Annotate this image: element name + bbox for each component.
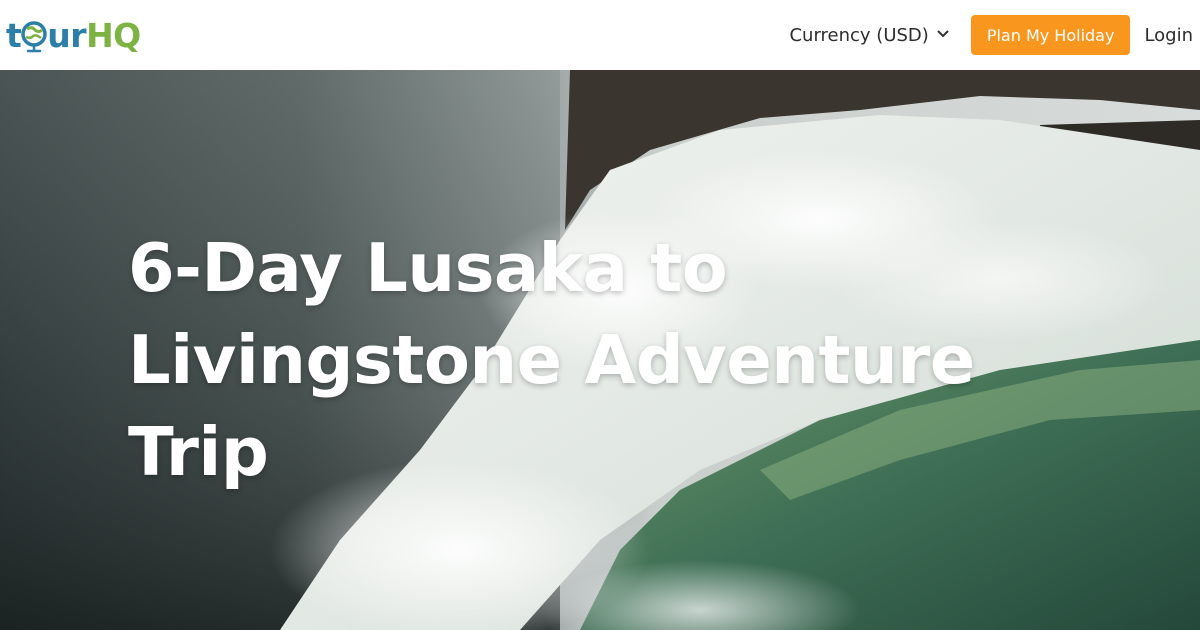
tourhq-logo[interactable]: t ur HQ: [6, 10, 141, 60]
main-nav: Currency (USD) Plan My Holiday Login: [789, 0, 1200, 70]
tour-title-line-2: Livingstone Adventure Trip: [128, 321, 975, 491]
logo-text-ur: ur: [47, 15, 87, 55]
tour-title: 6-Day Lusaka to Livingstone Adventure Tr…: [128, 222, 1128, 498]
login-link[interactable]: Login: [1144, 25, 1193, 46]
currency-dropdown[interactable]: Currency (USD): [789, 24, 949, 46]
plan-my-holiday-button[interactable]: Plan My Holiday: [970, 15, 1131, 55]
tour-title-line-1: 6-Day Lusaka to: [128, 229, 728, 307]
logo-text-t: t: [6, 15, 22, 55]
currency-label: Currency (USD): [789, 24, 929, 46]
logo-text-hq: HQ: [86, 15, 141, 55]
globe-icon: [20, 15, 48, 55]
hero-banner: 6-Day Lusaka to Livingstone Adventure Tr…: [0, 70, 1200, 630]
site-header: t ur HQ Currency (USD) Plan My Holiday L…: [0, 0, 1200, 70]
chevron-down-icon: [937, 27, 949, 42]
